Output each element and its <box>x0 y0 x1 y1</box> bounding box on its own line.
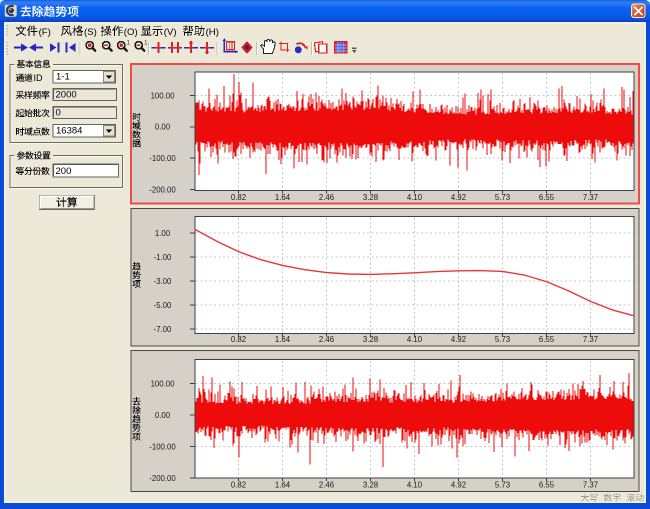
svg-text:7.37: 7.37 <box>583 335 598 344</box>
svg-text:-1.00: -1.00 <box>154 253 172 262</box>
svg-text:-200.00: -200.00 <box>149 474 176 483</box>
svg-text:16384: 16384 <box>56 126 82 137</box>
svg-text:200: 200 <box>56 166 72 177</box>
svg-text:2.46: 2.46 <box>319 335 334 344</box>
svg-text:0.82: 0.82 <box>231 480 246 489</box>
svg-text:1.64: 1.64 <box>275 335 291 344</box>
svg-text:7.37: 7.37 <box>583 480 598 489</box>
svg-text:5.73: 5.73 <box>495 193 510 202</box>
svg-text:(H): (H) <box>206 27 219 38</box>
svg-text:3.28: 3.28 <box>363 480 378 489</box>
svg-text:2.46: 2.46 <box>319 193 334 202</box>
svg-text:1.64: 1.64 <box>275 480 291 489</box>
svg-text:(F): (F) <box>39 27 51 38</box>
svg-text:6.55: 6.55 <box>539 480 555 489</box>
svg-text:4.10: 4.10 <box>407 335 423 344</box>
svg-text:2000: 2000 <box>56 90 77 101</box>
svg-text:4.92: 4.92 <box>451 480 466 489</box>
svg-text:-100.00: -100.00 <box>149 442 176 451</box>
svg-text:4.92: 4.92 <box>451 193 466 202</box>
svg-text:0.82: 0.82 <box>231 335 246 344</box>
svg-text:6.55: 6.55 <box>539 335 555 344</box>
svg-text:3.28: 3.28 <box>363 335 378 344</box>
svg-text:ID: ID <box>34 73 44 83</box>
svg-text:-5.00: -5.00 <box>154 301 172 310</box>
svg-text:5.73: 5.73 <box>495 480 510 489</box>
svg-text:(O): (O) <box>124 27 138 38</box>
svg-text:100.00: 100.00 <box>151 91 176 100</box>
svg-text:0: 0 <box>56 108 61 119</box>
svg-text:1.00: 1.00 <box>155 229 171 238</box>
svg-text:0.82: 0.82 <box>231 193 246 202</box>
svg-text:1-1: 1-1 <box>56 72 70 83</box>
svg-text:0.00: 0.00 <box>155 123 171 132</box>
svg-text:100.00: 100.00 <box>151 379 176 388</box>
svg-text:4.92: 4.92 <box>451 335 466 344</box>
svg-text:-200.00: -200.00 <box>149 185 176 194</box>
svg-text:7.37: 7.37 <box>583 193 598 202</box>
svg-text:2.46: 2.46 <box>319 480 334 489</box>
svg-text:4.10: 4.10 <box>407 480 423 489</box>
svg-text:3.28: 3.28 <box>363 193 378 202</box>
svg-text:-100.00: -100.00 <box>149 154 176 163</box>
svg-text:(S): (S) <box>84 27 97 38</box>
svg-text:1.64: 1.64 <box>275 193 291 202</box>
svg-text:5.73: 5.73 <box>495 335 510 344</box>
svg-text:6.55: 6.55 <box>539 193 555 202</box>
svg-text:-7.00: -7.00 <box>154 325 172 334</box>
svg-text:4.10: 4.10 <box>407 193 423 202</box>
svg-text:(V): (V) <box>164 27 177 38</box>
svg-text:0.00: 0.00 <box>155 411 171 420</box>
svg-text:-3.00: -3.00 <box>154 277 172 286</box>
